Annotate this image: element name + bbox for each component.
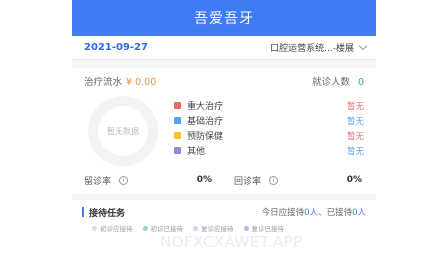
date-bar: 2021-09-27 口腔运营系统...-楼展 (72, 36, 376, 60)
legend-value: 暂无 (346, 131, 364, 142)
legend-item-basic: 基础治疗 暂无 (174, 113, 364, 128)
legend-label: 重大治疗 (187, 102, 224, 112)
retention-value: 0% (196, 175, 212, 185)
status-dot (193, 225, 198, 231)
visitors-value: 0 (357, 77, 364, 88)
return-rate: 回诊率 i 0% (234, 174, 362, 187)
legend-value: 暂无 (346, 116, 364, 127)
task-summary: 今日应接待0人、已接待0人 (262, 206, 366, 218)
legend-swatch (174, 132, 181, 139)
app-title: 吾爱吾牙 (194, 11, 254, 27)
clinic-selector[interactable]: 口腔运营系统...-楼展 (270, 41, 368, 54)
flow-value: ¥ 0.00 (126, 77, 157, 88)
flow-label: 治疗流水 (84, 77, 123, 88)
clinic-name: 口腔运营系统...-楼展 (270, 44, 354, 54)
status-dot (92, 225, 97, 231)
done-count: 0人 (352, 208, 366, 218)
empty-chart-text: 暂无数据 (107, 126, 139, 136)
due-count: 0人 (304, 208, 319, 218)
legend-item-major: 重大治疗 暂无 (174, 98, 364, 113)
visitors-stat: 就诊人数 0 (312, 74, 364, 88)
phone-screen: 吾爱吾牙 2021-09-27 口腔运营系统...-楼展 治疗流水 ¥ 0.00 … (72, 0, 376, 263)
legend-value: 暂无 (346, 146, 364, 157)
legend-value: 暂无 (346, 101, 364, 112)
status-first-due: 初诊应接待 (92, 223, 133, 233)
task-header: 接待任务 今日应接待0人、已接待0人 (82, 206, 366, 219)
date-picker[interactable]: 2021-09-27 (84, 42, 148, 53)
section-accent-bar (82, 207, 84, 217)
visitors-label: 就诊人数 (311, 77, 350, 88)
flow-row: 治疗流水 ¥ 0.00 就诊人数 0 (84, 74, 364, 88)
status-label: 复诊应接待 (201, 225, 234, 233)
status-return-done: 复诊已接待 (243, 223, 285, 233)
summary-prefix: 今日应接待 (261, 208, 305, 218)
info-icon[interactable]: i (119, 175, 129, 185)
retention-label: 留诊率 (84, 176, 112, 187)
legend-swatch (174, 102, 181, 109)
info-icon[interactable]: i (269, 175, 279, 185)
legend-label: 基础治疗 (187, 117, 224, 127)
reception-tasks-card: 接待任务 今日应接待0人、已接待0人 初诊应接待 初诊已接待 复诊应接待 复诊已… (72, 200, 376, 263)
status-dot (243, 225, 249, 231)
flow-stat: 治疗流水 ¥ 0.00 (84, 74, 156, 88)
status-dot (142, 225, 148, 231)
status-legend: 初诊应接待 初诊已接待 复诊应接待 复诊已接待 (92, 223, 284, 233)
return-label: 回诊率 (234, 176, 262, 187)
summary-mid: 、已接待 (318, 208, 353, 218)
return-value: 0% (346, 175, 362, 185)
watermark: NOFXCXAWET.APP (160, 233, 303, 251)
legend-item-prevention: 预防保健 暂无 (174, 128, 364, 143)
legend-label: 其他 (187, 147, 206, 157)
status-label: 初诊已接待 (150, 225, 184, 233)
task-title: 接待任务 (89, 208, 126, 219)
retention-rate: 留诊率 i 0% (84, 174, 212, 187)
status-label: 复诊已接待 (251, 225, 285, 233)
status-label: 初诊应接待 (100, 225, 133, 233)
status-first-done: 初诊已接待 (142, 223, 184, 233)
stats-card: 治疗流水 ¥ 0.00 就诊人数 0 暂无数据 重大治疗 暂无 基础治疗 暂无 预防… (72, 68, 376, 194)
legend-item-other: 其他 暂无 (174, 143, 364, 158)
legend-label: 预防保健 (187, 132, 224, 142)
rate-row: 留诊率 i 0% 回诊率 i 0% (84, 173, 364, 187)
treatment-legend: 重大治疗 暂无 基础治疗 暂无 预防保健 暂无 其他 暂无 (174, 98, 364, 158)
legend-swatch (174, 147, 181, 154)
status-return-due: 复诊应接待 (193, 223, 234, 233)
empty-donut-chart: 暂无数据 (88, 96, 158, 166)
legend-swatch (174, 117, 181, 124)
chevron-down-icon (358, 41, 368, 51)
app-header: 吾爱吾牙 (72, 0, 376, 36)
